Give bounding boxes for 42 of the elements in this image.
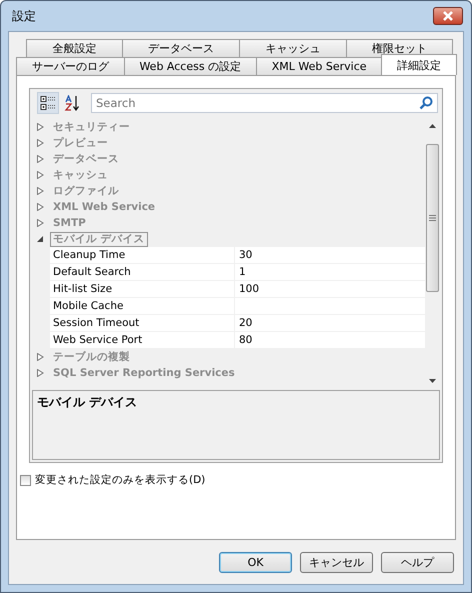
tab[interactable]: キャッシュ	[239, 39, 346, 57]
collapsed-triangle-icon[interactable]	[37, 353, 44, 361]
tab[interactable]: 全般設定	[26, 39, 122, 57]
dialog-button[interactable]: ヘルプ	[381, 552, 454, 572]
property-value[interactable]: 20	[235, 315, 425, 331]
tab[interactable]: サーバーのログ	[16, 57, 125, 75]
property-name[interactable]: Cleanup Time	[50, 247, 235, 263]
collapsed-triangle-icon[interactable]	[37, 369, 44, 377]
property-value[interactable]: 100	[235, 281, 425, 297]
collapsed-triangle-icon[interactable]	[37, 219, 44, 227]
scroll-down-icon[interactable]	[429, 379, 436, 383]
property-name[interactable]: Session Timeout	[50, 315, 235, 331]
dialog-button[interactable]: OK	[219, 552, 292, 572]
property-name[interactable]: Hit-list Size	[50, 281, 235, 297]
expanded-triangle-icon[interactable]	[37, 235, 44, 243]
categorized-view-button[interactable]	[37, 92, 59, 114]
property-value[interactable]: 30	[235, 247, 425, 263]
description-title: モバイル デバイス	[37, 395, 138, 409]
collapsed-triangle-icon[interactable]	[37, 187, 44, 195]
dialog-button[interactable]: キャンセル	[300, 552, 373, 572]
scrollbar-thumb[interactable]	[426, 144, 439, 292]
search-icon	[419, 96, 433, 110]
checkbox-label[interactable]: 変更された設定のみを表示する(D)	[35, 473, 206, 487]
tab[interactable]: XML Web Service	[256, 57, 382, 75]
tab[interactable]: データベース	[122, 39, 240, 57]
property-name[interactable]: Default Search	[50, 264, 235, 280]
collapsed-triangle-icon[interactable]	[37, 123, 44, 131]
property-value[interactable]: 80	[235, 332, 425, 348]
collapsed-triangle-icon[interactable]	[37, 139, 44, 147]
checkbox[interactable]	[20, 474, 31, 486]
search-field[interactable]: Search	[91, 93, 438, 113]
collapsed-triangle-icon[interactable]	[37, 155, 44, 163]
property-value[interactable]: 1	[235, 264, 425, 280]
tab[interactable]: Web Access の設定	[124, 57, 257, 75]
window-title: 設定	[11, 8, 36, 24]
scroll-up-icon[interactable]	[429, 124, 436, 128]
collapsed-triangle-icon[interactable]	[37, 203, 44, 211]
close-icon	[441, 11, 455, 21]
property-name[interactable]: Web Service Port	[50, 332, 235, 348]
close-button[interactable]	[433, 7, 463, 25]
collapsed-triangle-icon[interactable]	[37, 171, 44, 179]
tab[interactable]: 詳細設定	[381, 54, 457, 75]
